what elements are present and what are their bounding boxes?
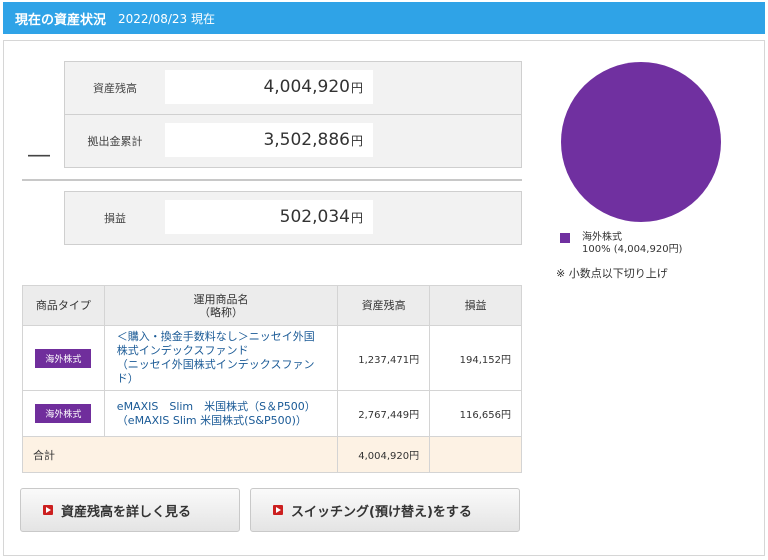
gain-box: 損益 502,034 円 <box>64 191 522 245</box>
product-type-badge: 海外株式 <box>35 348 92 368</box>
balance-value-box: 4,004,920 円 <box>165 70 373 104</box>
minus-sign: ― <box>28 143 50 168</box>
view-balance-detail-button[interactable]: 資産残高を詳しく見る <box>20 488 240 532</box>
page-title: 現在の資産状況 <box>15 12 107 28</box>
contribution-unit: 円 <box>350 133 363 148</box>
view-balance-detail-label: 資産残高を詳しく見る <box>61 504 192 520</box>
balance-row: 資産残高 4,004,920 円 <box>65 62 521 114</box>
header-product-type: 商品タイプ <box>22 285 105 326</box>
contribution-label: 拠出金累計 <box>87 135 143 148</box>
product-type-cell: 海外株式 <box>22 325 105 391</box>
gain-label: 損益 <box>104 212 126 225</box>
legend-swatch <box>560 233 570 243</box>
header-gain: 損益 <box>429 285 522 326</box>
header-balance: 資産残高 <box>337 285 431 326</box>
table-row: 海外株式 eMAXIS Slim 米国株式（S＆P500） （eMAXIS Sl… <box>22 390 522 437</box>
rounding-note: ※ 小数点以下切り上げ <box>556 267 668 280</box>
product-balance: 2,767,449円 <box>337 390 431 437</box>
asset-status-panel: 資産残高 4,004,920 円 拠出金累計 3,502,886 円 ― 損益 50… <box>3 40 765 556</box>
gain-value-box: 502,034 円 <box>165 200 373 234</box>
balance-label: 資産残高 <box>93 82 137 95</box>
product-type-badge: 海外株式 <box>35 404 92 423</box>
table-row: 海外株式 ＜購入・換金手数料なし＞ニッセイ外国株式インデックスファンド （ニッセ… <box>22 325 522 391</box>
table-header-row: 商品タイプ 運用商品名 （略称） 資産残高 損益 <box>22 285 522 326</box>
balance-contribution-box: 資産残高 4,004,920 円 拠出金累計 3,502,886 円 <box>64 61 522 168</box>
switching-button[interactable]: スイッチング(預け替え)をする <box>250 488 520 532</box>
gain-row: 損益 502,034 円 <box>65 192 521 244</box>
switching-label: スイッチング(預け替え)をする <box>291 504 472 520</box>
arrow-right-icon <box>273 505 283 515</box>
contribution-row: 拠出金累計 3,502,886 円 <box>65 115 521 167</box>
arrow-right-icon <box>43 505 53 515</box>
as-of-date: 2022/08/23 現在 <box>118 11 215 26</box>
gain-unit: 円 <box>350 210 363 225</box>
page-header: 現在の資産状況 2022/08/23 現在 <box>3 2 765 34</box>
total-gain <box>429 436 522 473</box>
pie-slice-0 <box>561 62 721 222</box>
holdings-table: 商品タイプ 運用商品名 （略称） 資産残高 損益 海外株式 ＜購入・換金手数料な… <box>21 285 522 473</box>
total-balance: 4,004,920円 <box>337 436 431 473</box>
product-name-link[interactable]: eMAXIS Slim 米国株式（S＆P500） （eMAXIS Slim 米国… <box>103 390 339 437</box>
gain-value: 502,034 <box>279 207 350 227</box>
contribution-value: 3,502,886 <box>263 130 350 150</box>
balance-value: 4,004,920 <box>263 77 350 97</box>
product-type-cell: 海外株式 <box>22 390 105 437</box>
product-gain: 194,152円 <box>429 325 522 391</box>
contribution-value-box: 3,502,886 円 <box>165 123 373 157</box>
product-name-link[interactable]: ＜購入・換金手数料なし＞ニッセイ外国株式インデックスファンド （ニッセイ外国株式… <box>103 325 339 391</box>
header-product-name: 運用商品名 （略称） <box>103 285 339 326</box>
equals-line <box>22 179 522 181</box>
legend-percentage: 100% (4,004,920円) <box>582 244 683 255</box>
legend-name: 海外株式 <box>582 232 622 243</box>
balance-unit: 円 <box>350 80 363 95</box>
total-label: 合計 <box>21 436 339 473</box>
product-balance: 1,237,471円 <box>337 325 431 391</box>
product-gain: 116,656円 <box>429 390 522 437</box>
total-row: 合計 4,004,920円 <box>21 436 522 473</box>
allocation-pie-chart <box>561 62 721 222</box>
